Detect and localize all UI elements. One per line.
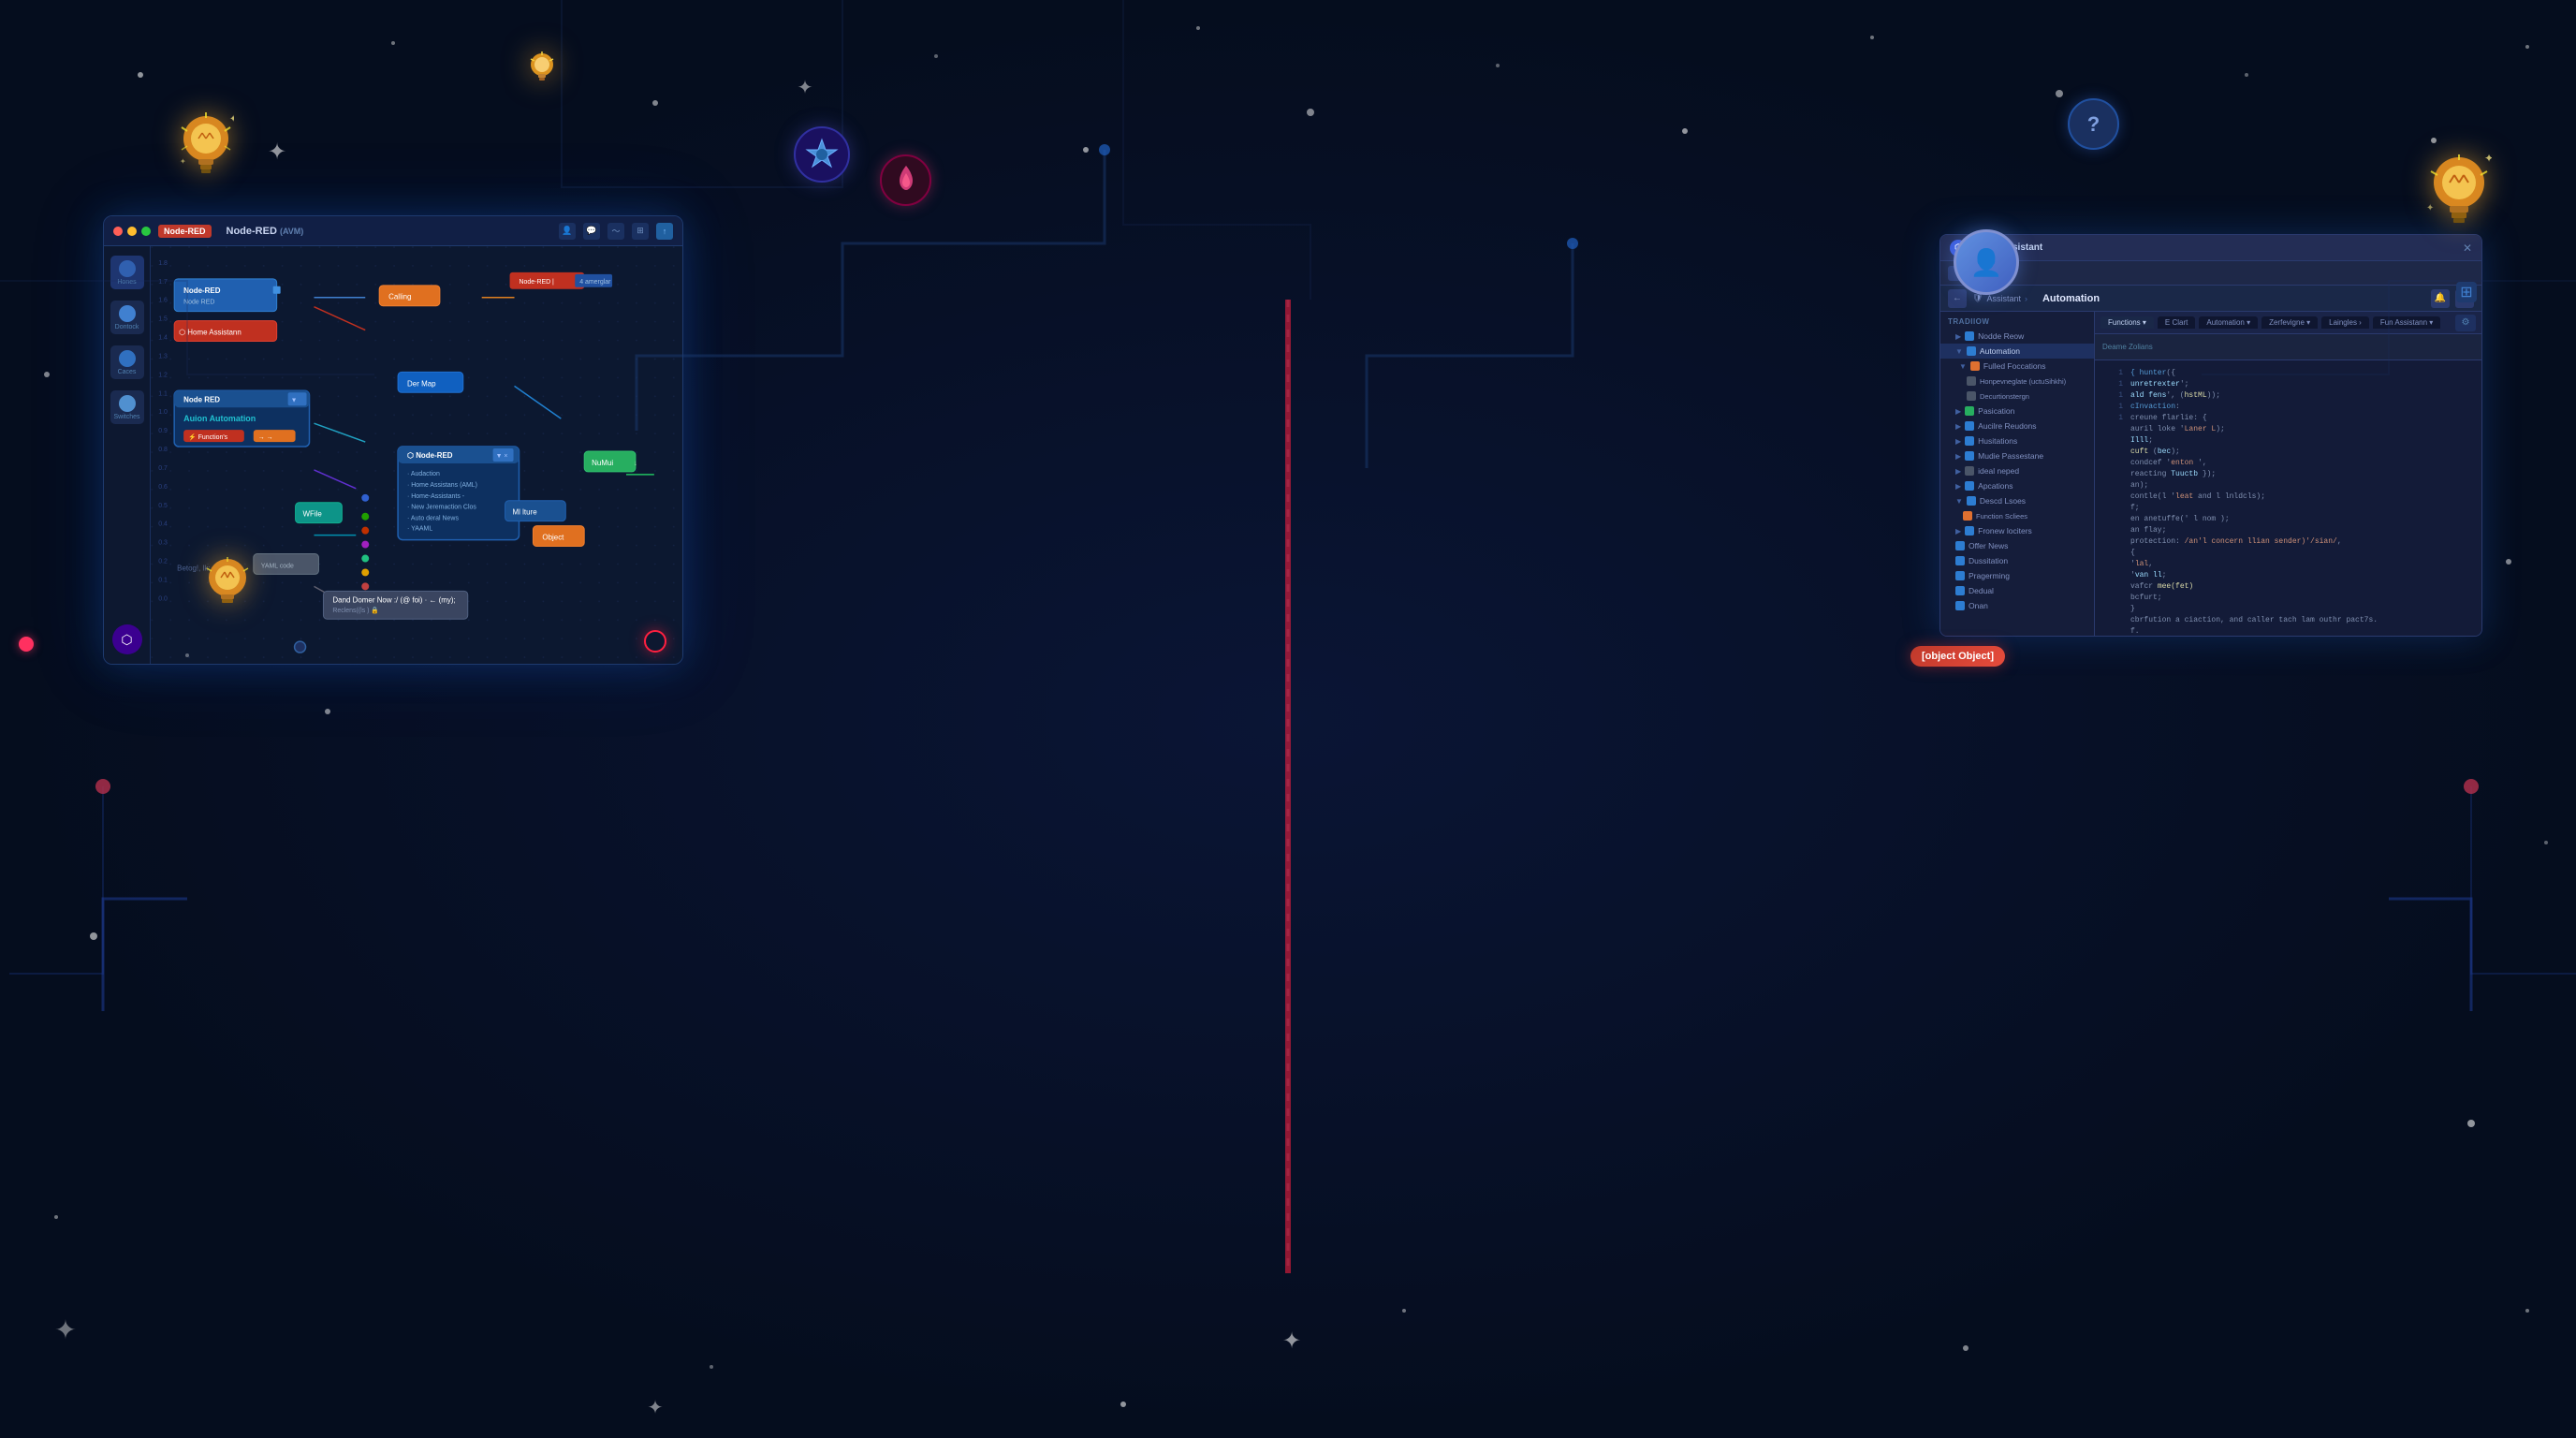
bulb-top-center (529, 51, 555, 94)
avatar-image: 👤 (1970, 247, 2003, 278)
svg-text:✦: ✦ (2484, 154, 2492, 165)
bulb-bottom-left (204, 557, 251, 632)
yaml-badge: [object Object] (1910, 646, 2005, 667)
svg-text:✦: ✦ (229, 114, 234, 125)
question-mark-icon: ? (2087, 112, 2100, 137)
avatar-circle: 👤 (1954, 229, 2019, 295)
bulb-top-center-svg (529, 51, 555, 89)
bulb-left-large: ✦ ✦ (178, 112, 234, 201)
question-badge: ? (2068, 98, 2119, 150)
star-badge (794, 126, 850, 183)
svg-text:✦: ✦ (268, 139, 286, 165)
bulb-right-svg: ✦ ✦ (2426, 154, 2492, 248)
svg-text:✦: ✦ (798, 78, 813, 98)
svg-text:✦: ✦ (2426, 203, 2434, 213)
svg-text:✦: ✦ (648, 1398, 664, 1418)
bulb-right-large: ✦ ✦ (2426, 154, 2492, 253)
flame-icon (892, 164, 920, 197)
svg-text:✦: ✦ (180, 157, 186, 166)
bulb-left-svg: ✦ ✦ (178, 112, 234, 197)
bulb-bottom-svg (204, 557, 251, 627)
svg-text:✦: ✦ (54, 1315, 76, 1344)
red-circuit-dot (644, 630, 666, 653)
svg-text:✦: ✦ (1282, 1328, 1301, 1354)
background-stars: ✦ ✦ ✦ ✦ ✦ (0, 0, 2576, 1438)
flame-badge (880, 154, 931, 206)
star-badge-icon (805, 138, 839, 171)
red-dot-bottom-left (19, 637, 34, 652)
